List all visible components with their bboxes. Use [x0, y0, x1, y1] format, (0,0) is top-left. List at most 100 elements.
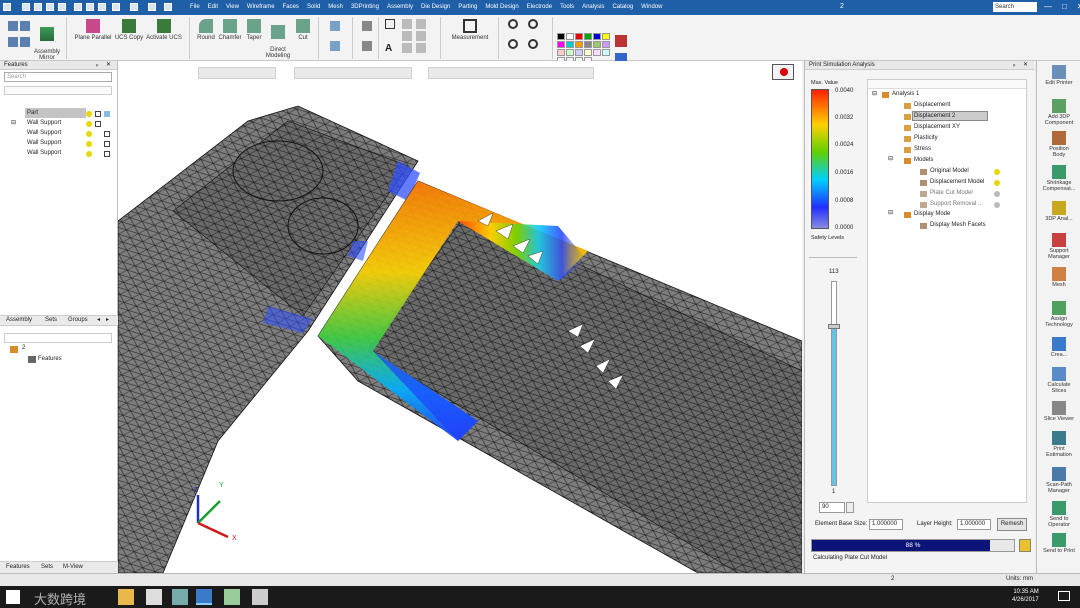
menu-edit[interactable]: Edit	[204, 3, 222, 12]
menu-mesh[interactable]: Mesh	[324, 3, 347, 12]
toolbar-calculate-slices[interactable]: Calculate Slices	[1037, 367, 1080, 394]
zoom-in-icon[interactable]	[508, 39, 518, 49]
tool-icon[interactable]	[362, 41, 372, 51]
menu-file[interactable]: File	[186, 3, 204, 12]
toolbar-crea[interactable]: Crea...	[1037, 337, 1080, 358]
tree-original-model[interactable]: Original Model	[930, 167, 969, 176]
annotation-icon[interactable]	[402, 43, 412, 53]
dimension-icon[interactable]	[385, 19, 395, 29]
lightbulb-icon[interactable]	[86, 121, 92, 127]
zoom-fit-icon[interactable]	[98, 3, 106, 11]
tab-scroll-right-icon[interactable]: ▸	[106, 316, 109, 325]
cut-button[interactable]: Cut	[293, 19, 313, 41]
undo-icon[interactable]	[74, 3, 82, 11]
feature-item-wall-support[interactable]: Wall Support	[27, 149, 61, 158]
element-base-input[interactable]: 1.000000	[869, 519, 903, 530]
checkbox-icon[interactable]	[104, 151, 110, 157]
toolbar-position-body[interactable]: Position Body	[1037, 131, 1080, 158]
tree-displacement-xy[interactable]: Displacement XY	[914, 123, 960, 132]
tree-analysis-root[interactable]: Analysis 1	[892, 90, 919, 99]
ucs-copy-button[interactable]: UCS Copy	[114, 19, 144, 41]
menu-wireframe[interactable]: Wireframe	[243, 3, 279, 12]
pin-icon[interactable]: ₚ	[1013, 61, 1016, 70]
taper-button[interactable]: Taper	[243, 19, 265, 41]
new-file-icon[interactable]	[22, 3, 30, 11]
transform-icon[interactable]	[330, 41, 340, 51]
lightbulb-icon[interactable]	[994, 191, 1000, 197]
toolbar-edit-printer[interactable]: Edit Printer	[1037, 65, 1080, 86]
tab-sets[interactable]: Sets	[45, 316, 57, 325]
color-swatch[interactable]	[104, 111, 110, 117]
text-icon[interactable]: A	[385, 43, 395, 54]
tree-models[interactable]: Models	[914, 156, 933, 165]
export-icon[interactable]	[1019, 539, 1031, 552]
store-icon[interactable]	[146, 589, 162, 605]
toolbar-print-estimation[interactable]: Print Estimation	[1037, 431, 1080, 458]
toolbar-send-to-print[interactable]: Send to Print	[1037, 533, 1080, 554]
open-file-icon[interactable]	[34, 3, 42, 11]
features-search-input[interactable]: Search	[4, 72, 112, 82]
menu-analysis[interactable]: Analysis	[578, 3, 608, 12]
plane-parallel-button[interactable]: Plane Parallel	[72, 19, 114, 41]
display-icon[interactable]	[95, 111, 101, 117]
feature-item-part[interactable]: Part	[27, 109, 38, 118]
file-explorer-icon[interactable]	[118, 589, 134, 605]
menu-3dprinting[interactable]: 3DPrinting	[347, 3, 383, 12]
checkbox-icon[interactable]	[104, 141, 110, 147]
tree-plate-cut-model[interactable]: Plate Cut Model	[930, 189, 973, 198]
toolbar-support-manager[interactable]: Support Manager	[1037, 233, 1080, 260]
menu-faces[interactable]: Faces	[279, 3, 303, 12]
zoom-box-icon[interactable]	[528, 19, 538, 29]
menu-assembly[interactable]: Assembly	[383, 3, 417, 12]
annotation-icon[interactable]	[416, 19, 426, 29]
lightbulb-icon[interactable]	[86, 131, 92, 137]
checkbox-icon[interactable]	[104, 131, 110, 137]
grid-icon[interactable]	[20, 21, 30, 31]
menu-parting[interactable]: Parting	[454, 3, 481, 12]
tab-scroll-left-icon[interactable]: ◂	[97, 316, 100, 325]
undo-list-icon[interactable]	[112, 3, 120, 11]
close-icon[interactable]: ✕	[1023, 61, 1028, 70]
layer-stepper[interactable]	[846, 502, 854, 513]
global-search-input[interactable]: Search	[993, 2, 1037, 12]
feature-item-wall-support[interactable]: Wall Support	[27, 119, 61, 128]
grid-icon[interactable]	[8, 37, 18, 47]
activate-ucs-button[interactable]: Activate UCS	[144, 19, 184, 41]
assembly-tree-features[interactable]: Features	[38, 355, 62, 364]
toolbar-3dp-anal[interactable]: 3DP Anal...	[1037, 201, 1080, 222]
transform-icon[interactable]	[330, 21, 340, 31]
options-icon[interactable]	[164, 3, 172, 11]
tab-features[interactable]: Features	[6, 563, 30, 572]
view-icon[interactable]	[148, 3, 156, 11]
maximize-button[interactable]: □	[1062, 2, 1067, 11]
grid-icon[interactable]	[20, 37, 30, 47]
paint-bucket-icon[interactable]	[615, 35, 627, 47]
toolbar-shrinkage-compensat[interactable]: Shrinkage Compensat...	[1037, 165, 1080, 192]
remesh-button[interactable]: Remesh	[997, 518, 1027, 531]
feature-item-wall-support[interactable]: Wall Support	[27, 129, 61, 138]
tree-expand-icon[interactable]: ⊟	[888, 209, 893, 218]
chamfer-button[interactable]: Chamfer	[217, 19, 243, 41]
toolbar-add-3dp-component[interactable]: Add 3DP Component	[1037, 99, 1080, 126]
slider-thumb[interactable]	[828, 324, 840, 329]
app-icon[interactable]	[172, 589, 188, 605]
menu-die-design[interactable]: Die Design	[417, 3, 454, 12]
toolbar-slice-viewer[interactable]: Slice Viewer	[1037, 401, 1080, 422]
tree-displacement-model[interactable]: Displacement Model	[930, 178, 984, 187]
zoom-icon[interactable]	[508, 19, 518, 29]
save-icon[interactable]	[46, 3, 54, 11]
tree-displacement[interactable]: Displacement	[914, 101, 950, 110]
feature-item-wall-support[interactable]: Wall Support	[27, 139, 61, 148]
menu-tools[interactable]: Tools	[556, 3, 578, 12]
pan-icon[interactable]	[528, 39, 538, 49]
3d-viewport[interactable]: Z Y X	[118, 61, 802, 573]
lightbulb-icon[interactable]	[86, 141, 92, 147]
assembly-tree-root[interactable]: 2	[22, 344, 25, 353]
tree-support-removal[interactable]: Support Removal ...	[930, 200, 983, 209]
measurement-button[interactable]: Measurement	[448, 19, 492, 41]
layer-number-input[interactable]: 90	[819, 502, 845, 513]
tree-expand-icon[interactable]: ⊟	[872, 90, 877, 99]
display-icon[interactable]	[95, 121, 101, 127]
tree-expand-icon[interactable]: ⊟	[888, 155, 893, 164]
annotation-icon[interactable]	[416, 31, 426, 41]
